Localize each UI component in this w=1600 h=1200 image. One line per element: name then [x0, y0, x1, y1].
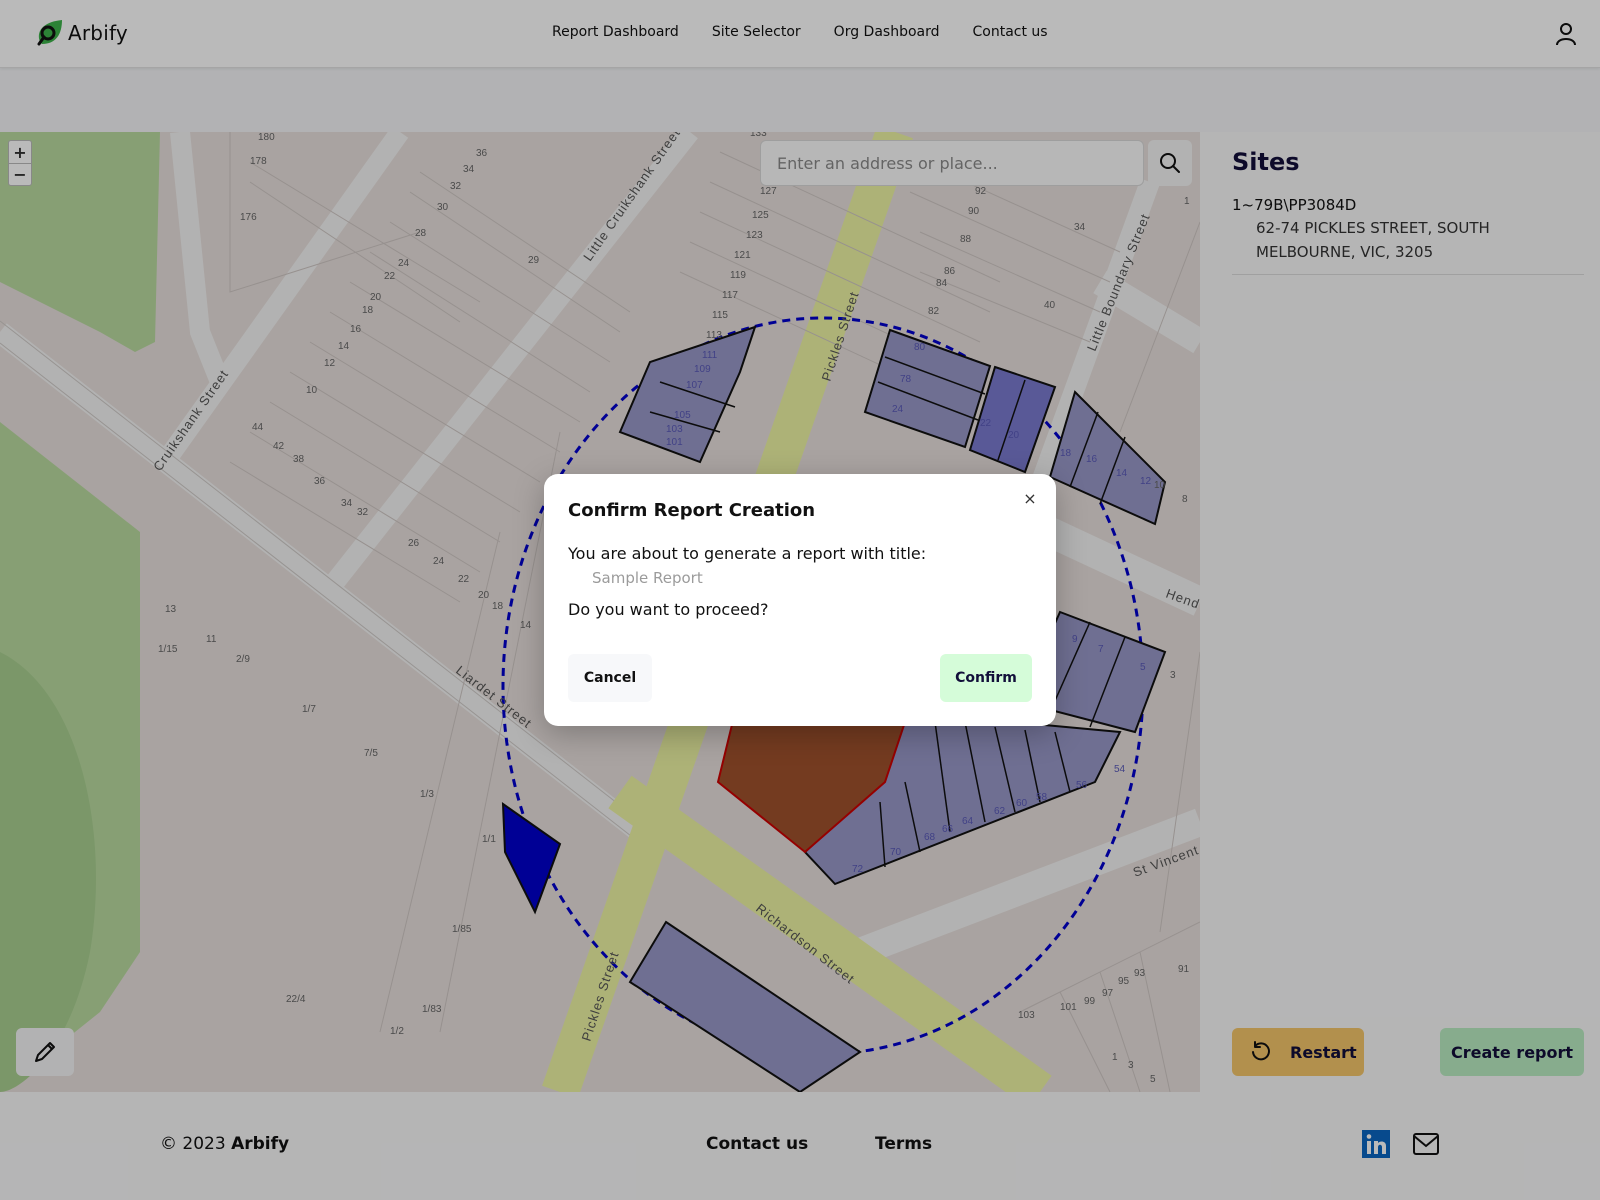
dialog-title: Confirm Report Creation [568, 500, 816, 521]
close-icon[interactable]: × [1020, 488, 1040, 508]
report-title-value: Sample Report [592, 569, 703, 587]
cancel-button[interactable]: Cancel [568, 654, 652, 702]
dialog-question: Do you want to proceed? [568, 600, 769, 619]
confirm-button[interactable]: Confirm [940, 654, 1032, 702]
dialog-message: You are about to generate a report with … [568, 544, 927, 563]
confirm-report-dialog: Confirm Report Creation × You are about … [544, 474, 1056, 726]
